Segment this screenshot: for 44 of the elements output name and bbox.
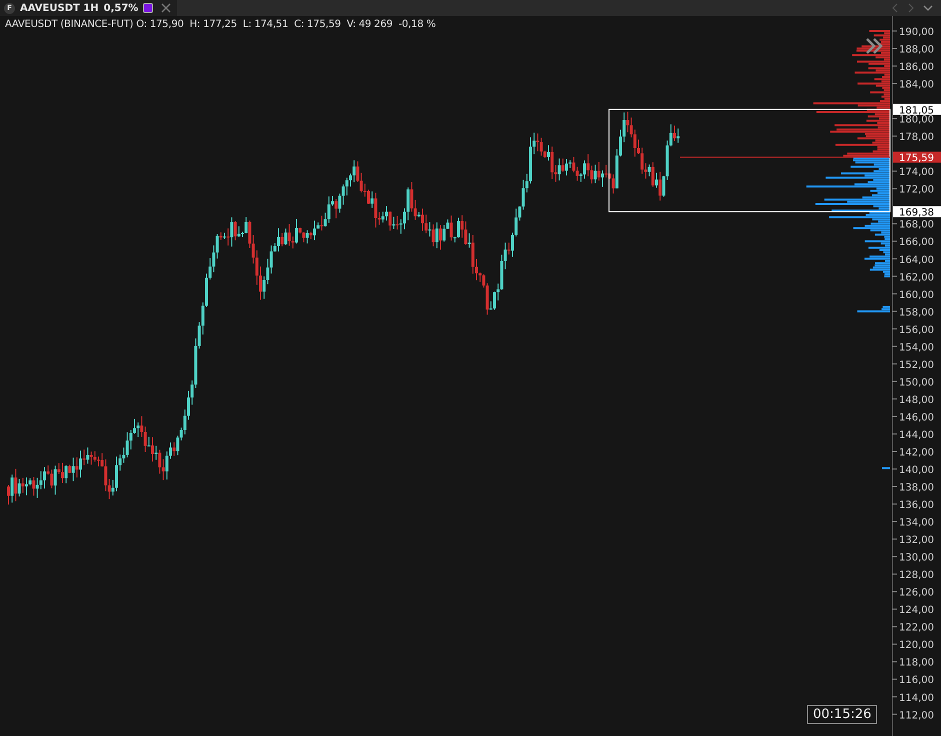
price-label: 148,00 bbox=[899, 394, 934, 406]
price-label: 146,00 bbox=[899, 412, 934, 424]
price-label: 122,00 bbox=[899, 622, 934, 634]
price-label: 144,00 bbox=[899, 430, 934, 441]
price-label: 190,00 bbox=[899, 27, 934, 38]
price-label: 136,00 bbox=[899, 500, 934, 512]
price-label: 158,00 bbox=[899, 307, 934, 318]
price-label: 162,00 bbox=[899, 272, 934, 284]
price-label: 128,00 bbox=[899, 570, 934, 582]
price-label: 188,00 bbox=[899, 44, 934, 56]
price-marker-label: 175,59 bbox=[899, 153, 934, 164]
price-label: 154,00 bbox=[899, 342, 934, 354]
price-label: 118,00 bbox=[899, 658, 934, 669]
price-label: 114,00 bbox=[899, 692, 934, 704]
price-label: 130,00 bbox=[899, 552, 934, 564]
tab-change: 0,57% bbox=[104, 2, 138, 14]
price-label: 138,00 bbox=[899, 482, 934, 494]
price-label: 124,00 bbox=[899, 605, 934, 616]
price-label: 184,00 bbox=[899, 80, 934, 91]
price-label: 116,00 bbox=[899, 675, 934, 686]
price-label: 180,00 bbox=[899, 114, 934, 126]
price-label: 120,00 bbox=[899, 640, 934, 652]
price-label: 150,00 bbox=[899, 377, 934, 388]
price-label: 172,00 bbox=[899, 184, 934, 196]
price-label: 164,00 bbox=[899, 254, 934, 266]
price-label: 134,00 bbox=[899, 518, 934, 529]
tab-title: AAVEUSDT 1H bbox=[20, 2, 99, 14]
price-label: 168,00 bbox=[899, 220, 934, 231]
price-label: 186,00 bbox=[899, 62, 934, 74]
price-label: 152,00 bbox=[899, 360, 934, 371]
price-label: 126,00 bbox=[899, 588, 934, 599]
price-label: 156,00 bbox=[899, 324, 934, 336]
price-label: 174,00 bbox=[899, 167, 934, 178]
price-label: 140,00 bbox=[899, 465, 934, 476]
price-label: 160,00 bbox=[899, 290, 934, 301]
price-label: 166,00 bbox=[899, 237, 934, 248]
price-label: 112,00 bbox=[899, 710, 934, 722]
price-label: 142,00 bbox=[899, 447, 934, 458]
price-marker-label: 169,38 bbox=[899, 208, 934, 219]
price-label: 178,00 bbox=[899, 132, 934, 144]
price-label: 132,00 bbox=[899, 535, 934, 546]
ohlc-legend: AAVEUSDT (BINANCE-FUT) O: 175,90 H: 177,25 L: 174,51 C: 175,59 V: 49 269 -0,18 % bbox=[5, 19, 436, 30]
price-marker-label: 181,05 bbox=[899, 105, 934, 116]
countdown-timer: 00:15:26 bbox=[807, 705, 878, 724]
